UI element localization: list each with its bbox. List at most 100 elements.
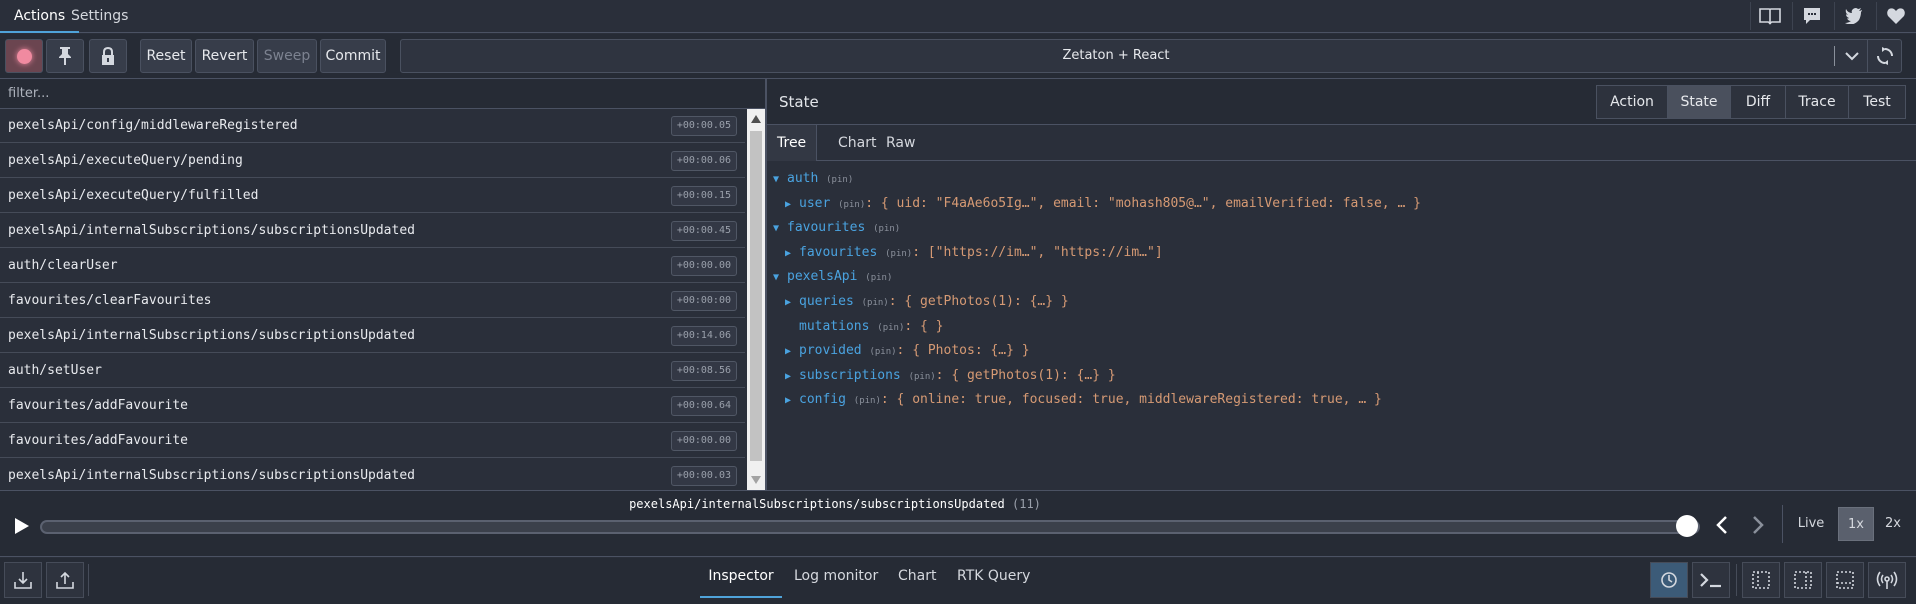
tree-key: queries [799,294,854,309]
action-row[interactable]: favourites/addFavourite +00:00.00 [0,424,745,458]
speed-2x-button[interactable]: 2x [1878,507,1908,541]
pin-link[interactable]: (pin) [838,200,865,210]
action-name: pexelsApi/executeQuery/pending [8,153,243,168]
book-icon[interactable] [1750,2,1788,30]
pin-link[interactable]: (pin) [862,298,889,308]
lock-button[interactable] [89,39,127,73]
console-button[interactable] [1692,562,1730,598]
slider-thumb[interactable] [1676,515,1698,537]
pin-link[interactable]: (pin) [869,347,896,357]
tab-tree[interactable]: Tree [767,125,818,161]
tab-state[interactable]: State [1667,85,1731,119]
expand-right-icon[interactable]: ▶ [785,395,799,406]
tree-node[interactable]: ▶ subscriptions (pin): { getPhotos(1): {…… [785,368,1116,383]
action-row[interactable]: pexelsApi/config/middlewareRegistered +00… [0,109,745,143]
tab-raw[interactable]: Raw [876,125,925,161]
filter-input[interactable] [0,79,765,109]
action-row[interactable]: favourites/addFavourite +00:00.64 [0,389,745,423]
expand-right-icon[interactable]: ▶ [785,346,799,357]
sync-icon[interactable] [1867,39,1901,73]
import-button[interactable] [4,562,42,598]
record-button[interactable] [5,39,43,73]
action-row[interactable]: auth/setUser +00:08.56 [0,354,745,388]
action-row[interactable]: pexelsApi/internalSubscriptions/subscrip… [0,459,745,493]
pin-button[interactable] [46,39,84,73]
tab-action[interactable]: Action [1596,85,1668,119]
commit-button[interactable]: Commit [320,39,386,73]
action-row[interactable]: pexelsApi/internalSubscriptions/subscrip… [0,214,745,248]
chevron-down-icon[interactable] [1839,46,1865,66]
tab-test[interactable]: Test [1848,85,1906,119]
scroll-thumb[interactable] [750,131,762,461]
live-button[interactable]: Live [1790,507,1832,541]
twitter-icon[interactable] [1834,2,1872,30]
chat-icon[interactable] [1792,2,1830,30]
slider-track[interactable] [40,520,1700,534]
tab-log-monitor[interactable]: Log monitor [794,568,878,598]
export-button[interactable] [46,562,84,598]
tab-diff[interactable]: Diff [1730,85,1786,119]
expand-right-icon[interactable]: ▶ [785,248,799,259]
action-time-badge: +00:00.64 [670,396,737,416]
expand-down-icon[interactable]: ▼ [773,174,787,185]
tree-node[interactable]: ▶ favourites (pin): ["https://im…", "http… [785,245,1163,260]
tree-value: : { online: true, focused: true, middlew… [880,392,1382,408]
dock-bottom-icon [1836,571,1854,589]
pin-link[interactable]: (pin) [909,372,936,382]
tab-settings[interactable]: Settings [57,0,142,33]
action-row[interactable]: auth/clearUser +00:00.00 [0,249,745,283]
action-row[interactable]: pexelsApi/internalSubscriptions/subscrip… [0,319,745,353]
scroll-up-icon[interactable] [751,115,761,123]
dock-right-button[interactable] [1784,562,1822,598]
tab-inspector[interactable]: Inspector [700,568,782,598]
tree-node[interactable]: ▼ auth (pin) [773,171,853,186]
tree-node[interactable]: mutations (pin): { } [785,319,944,334]
tree-node[interactable]: ▼ pexelsApi (pin) [773,269,892,284]
expand-right-icon[interactable]: ▶ [785,297,799,308]
tree-node[interactable]: ▼ favourites (pin) [773,220,900,235]
action-name: favourites/clearFavourites [8,293,212,308]
expand-down-icon[interactable]: ▼ [773,272,787,283]
panel-title: State [779,93,819,111]
pin-link[interactable]: (pin) [877,323,904,333]
broadcast-icon [1876,571,1898,589]
next-icon[interactable] [1752,516,1764,538]
revert-button[interactable]: Revert [195,39,254,73]
tab-rtk-query[interactable]: RTK Query [957,568,1030,598]
dispatcher-button[interactable] [1650,562,1688,598]
sweep-button[interactable]: Sweep [257,39,317,73]
action-row[interactable]: favourites/clearFavourites +00:00:00 [0,284,745,318]
expand-right-icon[interactable]: ▶ [785,371,799,382]
tree-node[interactable]: ▶ user (pin): { uid: "F4aAe6o5Ig…", email… [785,196,1421,211]
expand-right-icon[interactable]: ▶ [785,199,799,210]
dock-bottom-button[interactable] [1826,562,1864,598]
pin-link[interactable]: (pin) [885,249,912,259]
reset-button[interactable]: Reset [140,39,192,73]
tree-node[interactable]: ▶ queries (pin): { getPhotos(1): {…} } [785,294,1069,309]
tab-trace[interactable]: Trace [1785,85,1849,119]
action-row[interactable]: pexelsApi/executeQuery/fulfilled +00:00.1… [0,179,745,213]
tree-node[interactable]: ▶ provided (pin): { Photos: {…} } [785,343,1030,358]
tree-node[interactable]: ▶ config (pin): { online: true, focused: … [785,392,1382,407]
play-icon[interactable] [10,514,34,538]
scroll-down-icon[interactable] [751,476,761,484]
scrollbar[interactable] [747,109,765,490]
previous-icon[interactable] [1716,516,1728,538]
tab-chart-monitor[interactable]: Chart [898,568,936,598]
pin-link[interactable]: (pin) [865,273,892,283]
remote-button[interactable] [1868,562,1906,598]
heart-icon[interactable] [1876,2,1914,30]
pin-link[interactable]: (pin) [854,396,881,406]
current-action-name: pexelsApi/internalSubscriptions/subscrip… [629,497,1005,511]
speed-1x-button[interactable]: 1x [1838,507,1874,541]
action-list-panel: pexelsApi/config/middlewareRegistered +00… [0,79,767,493]
instance-select[interactable]: Zetaton + React [400,39,1902,73]
action-row[interactable]: pexelsApi/executeQuery/pending +00:00.06 [0,144,745,178]
pin-link[interactable]: (pin) [873,224,900,234]
action-count: (11) [1012,497,1041,511]
action-name: auth/clearUser [8,258,118,273]
expand-down-icon[interactable]: ▼ [773,223,787,234]
action-time-badge: +00:00.05 [670,116,737,136]
pin-link[interactable]: (pin) [826,175,853,185]
dock-left-button[interactable] [1742,562,1780,598]
